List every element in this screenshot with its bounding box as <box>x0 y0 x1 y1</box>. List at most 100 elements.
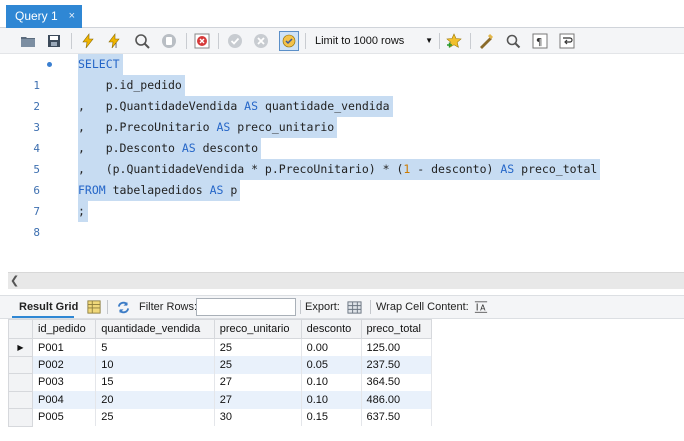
cell[interactable]: 15 <box>95 373 215 391</box>
row-selector-header <box>8 319 33 339</box>
cell[interactable]: 0.15 <box>301 408 362 426</box>
save-icon[interactable] <box>44 31 64 51</box>
editor-line: 6 , (p.QuantidadeVendida * p.PrecoUnitar… <box>0 159 684 197</box>
add-snippet-icon[interactable] <box>444 31 464 51</box>
editor-toolbar: I Limit to 1000 rows ▼ ¶ <box>0 28 684 54</box>
cell[interactable]: 0.10 <box>301 391 362 409</box>
result-grid-tab[interactable]: Result Grid <box>19 296 78 318</box>
column-header[interactable]: id_pedido <box>31 319 97 339</box>
table-row[interactable]: ▶ P001 5 25 0.00 125.00 <box>8 338 433 357</box>
cell[interactable]: 5 <box>95 338 215 356</box>
editor-line: 4 , p.PrecoUnitario AS preco_unitario <box>0 117 684 155</box>
svg-text:¶: ¶ <box>536 37 542 48</box>
invisible-chars-icon[interactable]: ¶ <box>530 31 550 51</box>
cell[interactable]: 27 <box>214 391 302 409</box>
row-selector[interactable] <box>8 373 33 392</box>
cell[interactable]: 364.50 <box>361 373 433 391</box>
row-selector[interactable] <box>8 390 33 409</box>
execute-icon[interactable] <box>78 31 98 51</box>
export-icon[interactable] <box>345 299 363 315</box>
wrap-icon[interactable] <box>557 31 577 51</box>
cell[interactable]: P002 <box>32 356 97 374</box>
table-row[interactable]: P005 25 30 0.15 637.50 <box>8 408 433 427</box>
cell[interactable]: 20 <box>95 391 215 409</box>
sql-editor[interactable]: 1 SELECT 2 p.id_pedido 3 , p.QuantidadeV… <box>0 54 684 272</box>
cell[interactable]: P005 <box>32 408 97 426</box>
statement-marker-icon <box>47 62 52 67</box>
svg-text:I: I <box>115 42 117 49</box>
column-header[interactable]: preco_unitario <box>213 319 302 339</box>
editor-line: 7 FROM tabelapedidos AS p <box>0 180 684 218</box>
cell[interactable]: 10 <box>95 356 215 374</box>
export-label: Export: <box>305 301 340 313</box>
grid-header-row: id_pedido quantidade_vendida preco_unita… <box>8 319 433 339</box>
editor-line: 1 SELECT <box>0 54 684 92</box>
cell[interactable]: 237.50 <box>361 356 433 374</box>
result-toolbar: Result Grid Filter Rows: Export: Wrap Ce… <box>0 295 684 319</box>
grid-layout-icon[interactable] <box>85 299 103 315</box>
open-folder-icon[interactable] <box>18 31 38 51</box>
svg-text:A: A <box>480 304 486 313</box>
cell[interactable]: 125.00 <box>361 338 433 356</box>
code-line-4[interactable]: , p.PrecoUnitario AS preco_unitario <box>78 117 338 138</box>
tab-query-1[interactable]: Query 1 × <box>6 5 82 28</box>
cell[interactable]: 30 <box>214 408 302 426</box>
find-icon[interactable] <box>503 31 523 51</box>
toggle-error-icon[interactable] <box>192 31 212 51</box>
cell[interactable]: P003 <box>32 373 97 391</box>
wrap-cell-label: Wrap Cell Content: <box>376 301 469 313</box>
cell[interactable]: 25 <box>95 408 215 426</box>
cell[interactable]: 27 <box>214 373 302 391</box>
cell[interactable]: P004 <box>32 391 97 409</box>
explain-icon[interactable] <box>132 31 152 51</box>
column-header[interactable]: preco_total <box>360 319 433 339</box>
wrap-cell-icon[interactable]: IA <box>472 299 490 315</box>
code-line-5[interactable]: , p.Desconto AS desconto <box>78 138 262 159</box>
tab-strip: Query 1 × <box>0 0 684 28</box>
editor-line: 8 ; <box>0 201 684 239</box>
editor-line: 3 , p.QuantidadeVendida AS quantidade_ve… <box>0 96 684 134</box>
cell[interactable]: 637.50 <box>361 408 433 426</box>
filter-rows-label: Filter Rows: <box>139 301 198 313</box>
row-selector[interactable] <box>8 408 33 427</box>
rollback-icon[interactable] <box>251 31 271 51</box>
line-number: 8 <box>33 226 40 239</box>
filter-rows-input[interactable] <box>196 298 296 316</box>
stop-icon[interactable] <box>159 31 179 51</box>
chevron-down-icon: ▼ <box>425 36 433 45</box>
editor-horizontal-scrollbar[interactable]: ❮ <box>8 272 684 289</box>
close-icon[interactable]: × <box>69 6 75 27</box>
row-selector[interactable] <box>8 355 33 374</box>
table-row[interactable]: P004 20 27 0.10 486.00 <box>8 390 433 409</box>
execute-current-icon[interactable]: I <box>104 31 124 51</box>
cell[interactable]: 0.05 <box>301 356 362 374</box>
column-header[interactable]: desconto <box>300 319 362 339</box>
code-line-7[interactable]: FROM tabelapedidos AS p <box>78 180 241 201</box>
cell[interactable]: 0.10 <box>301 373 362 391</box>
cell[interactable]: P001 <box>32 338 97 356</box>
code-line-3[interactable]: , p.QuantidadeVendida AS quantidade_vend… <box>78 96 393 117</box>
chevron-left-icon[interactable]: ❮ <box>10 273 19 289</box>
table-row[interactable]: P003 15 27 0.10 364.50 <box>8 373 433 392</box>
cell[interactable]: 0.00 <box>301 338 362 356</box>
refresh-icon[interactable] <box>114 299 132 315</box>
result-grid: id_pedido quantidade_vendida preco_unita… <box>8 319 433 427</box>
table-row[interactable]: P002 10 25 0.05 237.50 <box>8 355 433 374</box>
tab-title: Query 1 <box>15 9 58 23</box>
limit-rows-value: Limit to 1000 rows <box>315 35 405 47</box>
column-header[interactable]: quantidade_vendida <box>95 319 215 339</box>
current-row-icon[interactable]: ▶ <box>8 338 33 357</box>
code-line-1[interactable]: SELECT <box>78 54 123 75</box>
code-line-6[interactable]: , (p.QuantidadeVendida * p.PrecoUnitario… <box>78 159 601 180</box>
code-line-8[interactable]: ; <box>78 201 88 222</box>
cell[interactable]: 25 <box>214 356 302 374</box>
cell[interactable]: 25 <box>214 338 302 356</box>
editor-line: 2 p.id_pedido <box>0 75 684 113</box>
commit-icon[interactable] <box>225 31 245 51</box>
limit-rows-select[interactable]: Limit to 1000 rows ▼ <box>311 32 437 50</box>
code-line-2[interactable]: p.id_pedido <box>78 75 185 96</box>
cell[interactable]: 486.00 <box>361 391 433 409</box>
beautify-icon[interactable] <box>476 31 496 51</box>
autocommit-icon[interactable] <box>279 31 299 51</box>
editor-line: 5 , p.Desconto AS desconto <box>0 138 684 176</box>
